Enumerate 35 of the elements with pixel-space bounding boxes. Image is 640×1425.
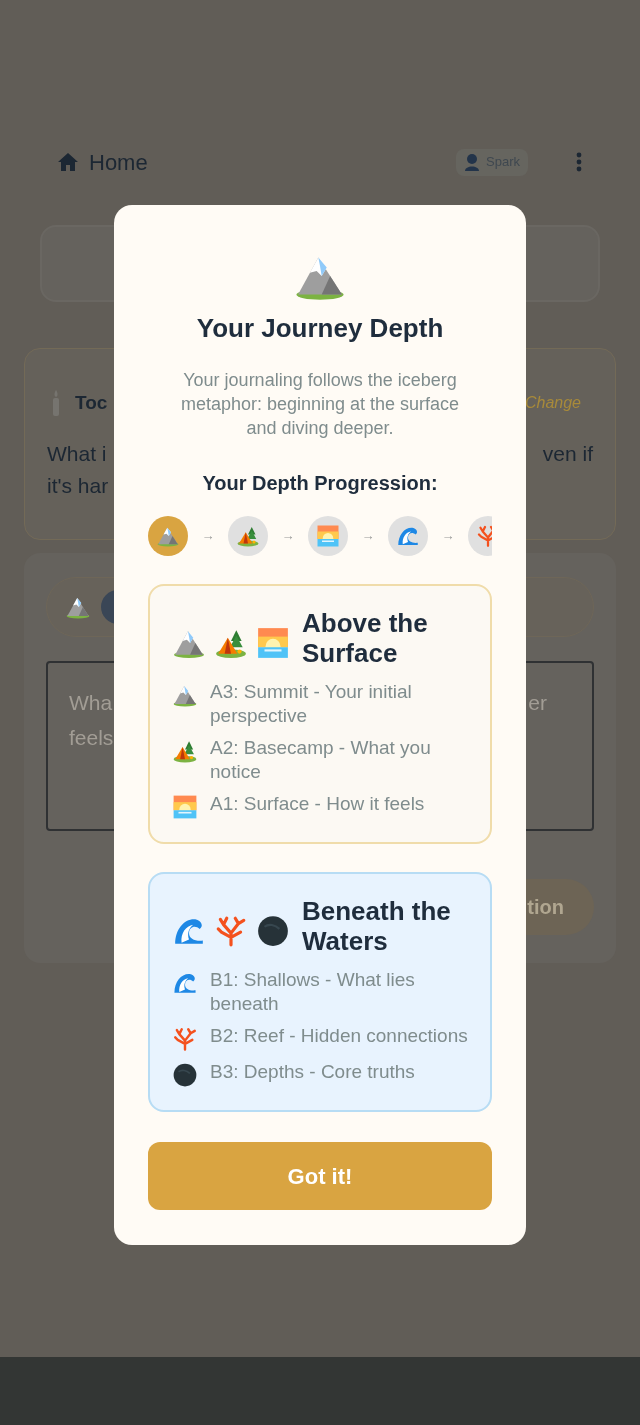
level-description: A2: Basecamp - What you notice	[210, 736, 432, 784]
section-title: Above the Surface	[302, 608, 429, 668]
got-it-button[interactable]: Got it!	[148, 1142, 492, 1210]
home-icon[interactable]	[58, 153, 78, 171]
arrow-text: →	[280, 527, 296, 546]
dark-circle-icon	[256, 914, 290, 948]
page-title: Home	[89, 148, 148, 177]
level-description: B1: Shallows - What lies beneath	[210, 968, 416, 1016]
progression-title: Your Depth Progression:	[202, 471, 438, 496]
arrow-text: →	[440, 527, 456, 546]
level-description: B2: Reef - Hidden connections	[210, 1024, 468, 1048]
question-text: ven if	[542, 441, 593, 467]
level-description: A3: Summit - Your initial perspective	[210, 680, 413, 728]
prompt-title: Toc	[75, 390, 108, 415]
question-text: What i	[47, 441, 108, 467]
coral-icon	[214, 914, 248, 948]
coral-icon	[172, 1026, 198, 1052]
arrow-text: →	[360, 527, 376, 546]
dark-circle-icon	[172, 1062, 198, 1088]
sunrise-icon	[316, 524, 340, 548]
person-icon	[464, 153, 481, 171]
sunrise-icon	[256, 626, 290, 660]
placeholder-text: Wha	[69, 690, 114, 716]
placeholder-text: er	[528, 690, 547, 716]
dialog-title: Your Journey Depth	[196, 312, 444, 345]
arrow-text: →	[200, 527, 216, 546]
placeholder-text: feels	[69, 725, 114, 751]
section-title: Beneath the Waters	[302, 896, 452, 956]
level-description: A1: Surface - How it feels	[210, 792, 425, 816]
more-menu-icon[interactable]	[576, 152, 582, 172]
level-description: B3: Depths - Core truths	[210, 1060, 415, 1084]
dialog-description: Your journaling follows the iceberg metaphor: beginning at the surface and diving deeper.	[179, 369, 461, 440]
question-text: it's har	[47, 473, 109, 499]
change-link[interactable]: Change	[524, 391, 581, 415]
sunrise-icon	[172, 794, 198, 820]
